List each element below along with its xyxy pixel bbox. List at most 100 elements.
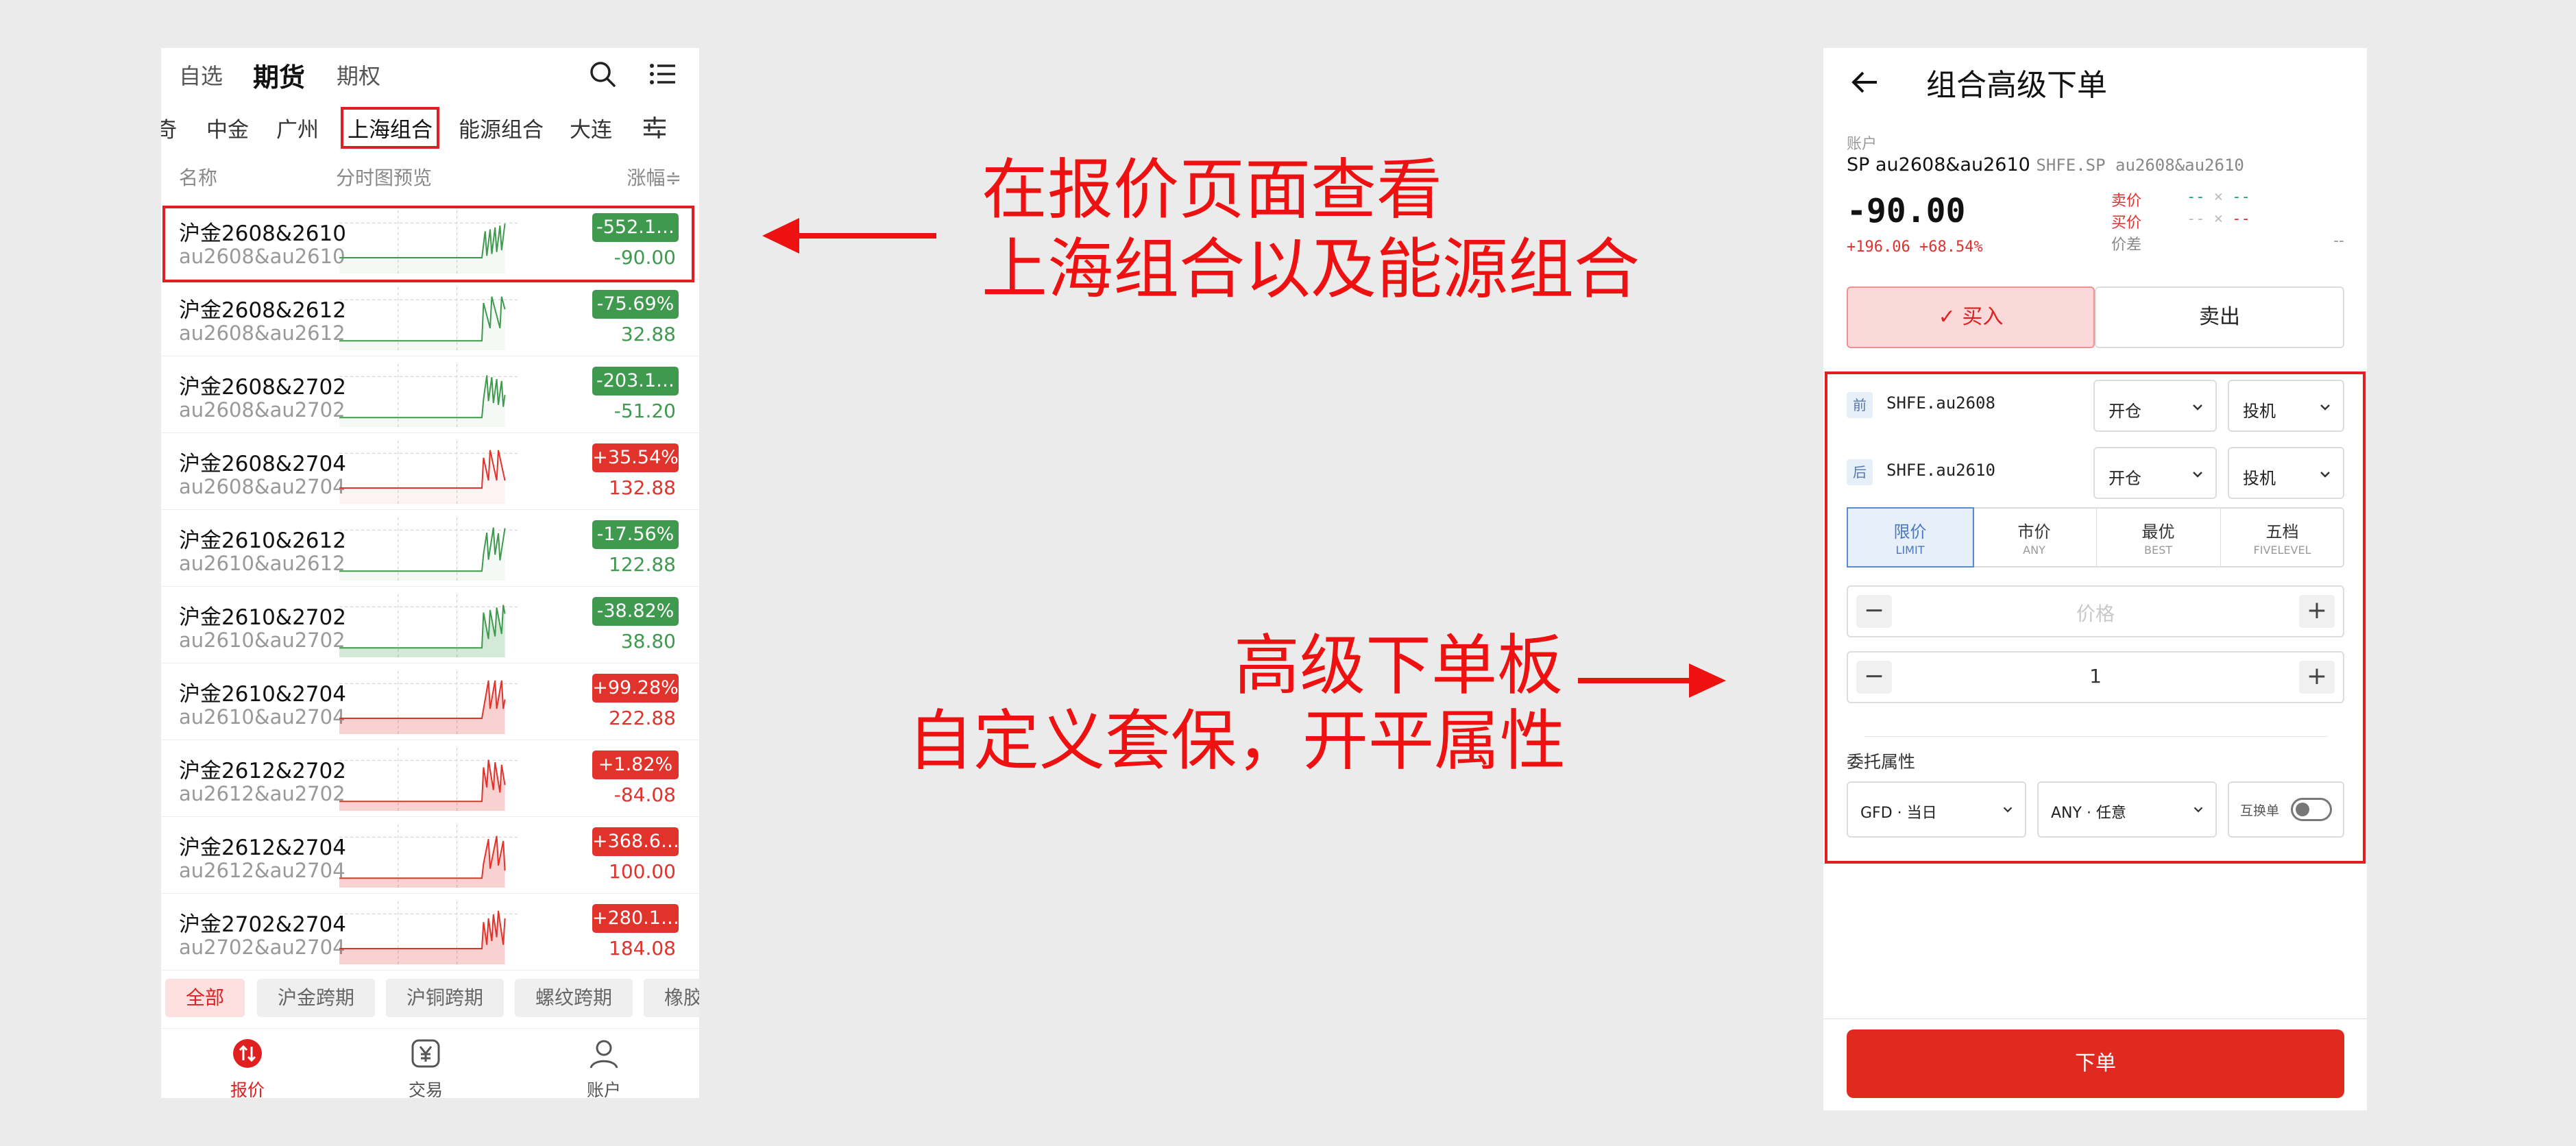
annotation-bottom-line2: 自定义套保，开平属性 xyxy=(908,703,1566,779)
contract-code: au2610&au2612 xyxy=(179,552,345,575)
nav-quotes[interactable]: 报价 xyxy=(206,1037,289,1098)
nav-quotes-label: 报价 xyxy=(230,1080,265,1098)
quote-row[interactable]: 沪金2610&2704 au2610&au2704 +99.28% 222.88 xyxy=(161,663,699,740)
contract-name: 沪金2608&2612 xyxy=(179,298,346,323)
bottom-nav: 报价 交易 账户 xyxy=(161,1028,699,1098)
change-badge: +368.6… xyxy=(592,827,679,856)
sell-button[interactable]: 卖出 xyxy=(2095,286,2344,348)
filter-all[interactable]: 全部 xyxy=(165,979,245,1017)
account-name: SP au2608&au2610 xyxy=(1847,154,2030,175)
quote-row[interactable]: 沪金2610&2612 au2610&au2612 -17.56% 122.88 xyxy=(161,509,699,587)
ask-label: 卖价 xyxy=(2111,193,2142,210)
quote-row[interactable]: 沪金2608&2704 au2608&au2704 +35.54% 132.88 xyxy=(161,432,699,510)
bid-price: -- xyxy=(2187,210,2205,228)
arrow-right-icon xyxy=(1578,663,1726,698)
change-badge: -75.69% xyxy=(592,290,679,319)
tab-shanghai-combo[interactable]: 上海组合 xyxy=(341,107,439,149)
last-price: 38.80 xyxy=(620,630,676,653)
tab-cffex[interactable]: 中金 xyxy=(206,112,249,143)
top-tabs: 自选 期货 期权 xyxy=(161,48,699,99)
contract-name: 沪金2612&2702 xyxy=(179,759,346,783)
quotes-icon xyxy=(233,1039,262,1068)
account-label: 账户 xyxy=(1847,136,1878,153)
arrow-left-icon xyxy=(762,218,936,254)
sparkline-chart xyxy=(339,287,518,350)
quote-row[interactable]: 沪金2612&2702 au2612&au2702 +1.82% -84.08 xyxy=(161,740,699,817)
bid-sep: × xyxy=(2213,210,2223,228)
page-title: 组合高级下单 xyxy=(1926,68,2107,103)
nav-trade-label: 交易 xyxy=(408,1080,443,1098)
nav-trade[interactable]: 交易 xyxy=(385,1037,467,1098)
contract-name: 沪金2612&2704 xyxy=(179,836,346,860)
last-price: 222.88 xyxy=(609,707,676,729)
sparkline-chart xyxy=(339,671,518,734)
price-change: +196.06 +68.54% xyxy=(1847,239,1983,256)
sparkline-chart xyxy=(339,441,518,504)
contract-code: au2612&au2702 xyxy=(179,782,345,805)
last-price: -51.20 xyxy=(613,400,676,422)
sparkline-chart xyxy=(339,748,518,811)
bid-volume: -- xyxy=(2232,210,2250,228)
change-badge: +35.54% xyxy=(592,443,679,472)
category-filters: 全部 沪金跨期 沪铜跨期 螺纹跨期 橡胶 xyxy=(161,975,699,1020)
last-price: -84.08 xyxy=(613,783,676,806)
sparkline-chart xyxy=(339,594,518,657)
quote-row[interactable]: 沪金2702&2704 au2702&au2704 +280.1… 184.08 xyxy=(161,893,699,971)
bid-label: 买价 xyxy=(2111,215,2142,232)
back-arrow-icon[interactable] xyxy=(1849,67,1880,97)
quote-list-screen: 自选 期货 期权 奇 中金 广州 上海组合 能源组合 大连 名称 分时图预览 涨… xyxy=(161,48,699,1098)
column-change-sort[interactable]: 涨幅≑ xyxy=(627,163,681,191)
spread-label: 价差 xyxy=(2111,236,2142,254)
annotation-top-line1: 在报价页面查看 xyxy=(982,151,1442,228)
sparkline-chart xyxy=(339,825,518,888)
annotation-top-line2: 上海组合以及能源组合 xyxy=(982,231,1640,308)
quote-row[interactable]: 沪金2608&2612 au2608&au2612 -75.69% 32.88 xyxy=(161,279,699,356)
quote-row[interactable]: 沪金2610&2702 au2610&au2702 -38.82% 38.80 xyxy=(161,586,699,663)
last-price: 132.88 xyxy=(609,476,676,499)
ask-sep: × xyxy=(2213,188,2223,206)
contract-code: au2610&au2704 xyxy=(179,705,345,729)
tab-exchange-truncated[interactable]: 奇 xyxy=(161,112,177,143)
contract-name: 沪金2608&2702 xyxy=(179,375,346,400)
filter-gold-spread[interactable]: 沪金跨期 xyxy=(257,979,376,1017)
spread-value: -- xyxy=(2333,232,2344,249)
contract-code: au2702&au2704 xyxy=(179,936,345,959)
filter-settings-icon[interactable] xyxy=(641,114,668,141)
tab-gfex[interactable]: 广州 xyxy=(276,112,319,143)
highlight-box xyxy=(162,206,694,282)
last-price: 100.00 xyxy=(609,860,676,883)
tab-energy-combo[interactable]: 能源组合 xyxy=(459,112,544,143)
exchange-tabs: 奇 中金 广州 上海组合 能源组合 大连 xyxy=(161,103,699,151)
sparkline-chart xyxy=(339,517,518,581)
filter-rubber[interactable]: 橡胶 xyxy=(644,979,699,1017)
tab-options[interactable]: 期权 xyxy=(337,59,380,90)
submit-order-button[interactable]: 下单 xyxy=(1847,1029,2344,1098)
change-badge: +99.28% xyxy=(592,674,679,703)
account-code: SHFE.SP au2608&au2610 xyxy=(2036,156,2244,175)
change-badge: -203.1… xyxy=(592,367,679,395)
nav-account-label: 账户 xyxy=(586,1080,621,1098)
contract-code: au2612&au2704 xyxy=(179,859,345,882)
search-icon[interactable] xyxy=(587,59,618,89)
change-badge: +1.82% xyxy=(592,751,679,779)
quote-row[interactable]: 沪金2612&2704 au2612&au2704 +368.6… 100.00 xyxy=(161,816,699,894)
tab-watchlist[interactable]: 自选 xyxy=(179,59,223,90)
filter-copper-spread[interactable]: 沪铜跨期 xyxy=(386,979,505,1017)
list-menu-icon[interactable] xyxy=(648,59,678,89)
contract-code: au2608&au2612 xyxy=(179,321,345,345)
yen-icon xyxy=(411,1039,440,1068)
account-line: SP au2608&au2610 SHFE.SP au2608&au2610 xyxy=(1847,154,2244,175)
contract-code: au2608&au2702 xyxy=(179,398,345,422)
ask-price: -- xyxy=(2187,188,2205,206)
quote-row[interactable]: 沪金2608&2702 au2608&au2702 -203.1… -51.20 xyxy=(161,356,699,433)
contract-name: 沪金2608&2704 xyxy=(179,452,346,476)
tab-dalian[interactable]: 大连 xyxy=(570,112,612,143)
nav-account[interactable]: 账户 xyxy=(563,1037,645,1098)
filter-rebar-spread[interactable]: 螺纹跨期 xyxy=(515,979,633,1017)
tab-futures[interactable]: 期货 xyxy=(253,56,305,94)
column-name: 名称 xyxy=(179,167,218,189)
highlight-box xyxy=(1825,371,2366,864)
buy-button[interactable]: ✓ 买入 xyxy=(1847,286,2095,348)
change-badge: -17.56% xyxy=(592,520,679,549)
sparkline-chart xyxy=(339,364,518,427)
